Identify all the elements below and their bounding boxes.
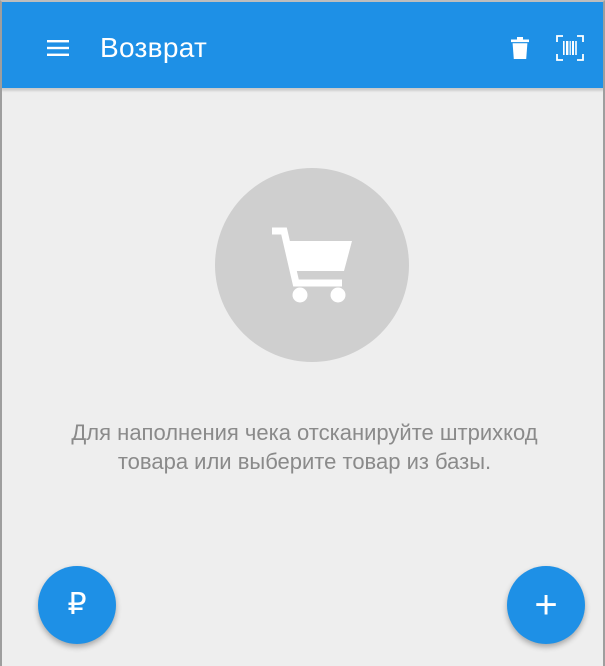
- shopping-cart-icon: [272, 227, 352, 303]
- page-title: Возврат: [100, 32, 208, 63]
- delete-button[interactable]: [502, 30, 538, 66]
- app-bar: Возврат: [2, 2, 603, 92]
- return-screen: Возврат Для наполнения чека отсканируйте…: [0, 0, 605, 666]
- app-bar-shadow: [2, 88, 603, 92]
- trash-icon: [511, 37, 529, 59]
- menu-button[interactable]: [40, 30, 76, 66]
- hamburger-menu-icon: [47, 40, 69, 56]
- empty-cart-illustration: [215, 168, 409, 362]
- plus-icon: +: [534, 583, 558, 627]
- add-item-button[interactable]: +: [507, 566, 585, 644]
- ruble-icon: ₽: [67, 588, 87, 621]
- scan-barcode-button[interactable]: [550, 30, 590, 66]
- empty-state-message: Для наполнения чека отсканируйте штрихко…: [71, 420, 538, 474]
- payment-button[interactable]: ₽: [38, 566, 116, 644]
- barcode-scan-icon: [556, 35, 584, 61]
